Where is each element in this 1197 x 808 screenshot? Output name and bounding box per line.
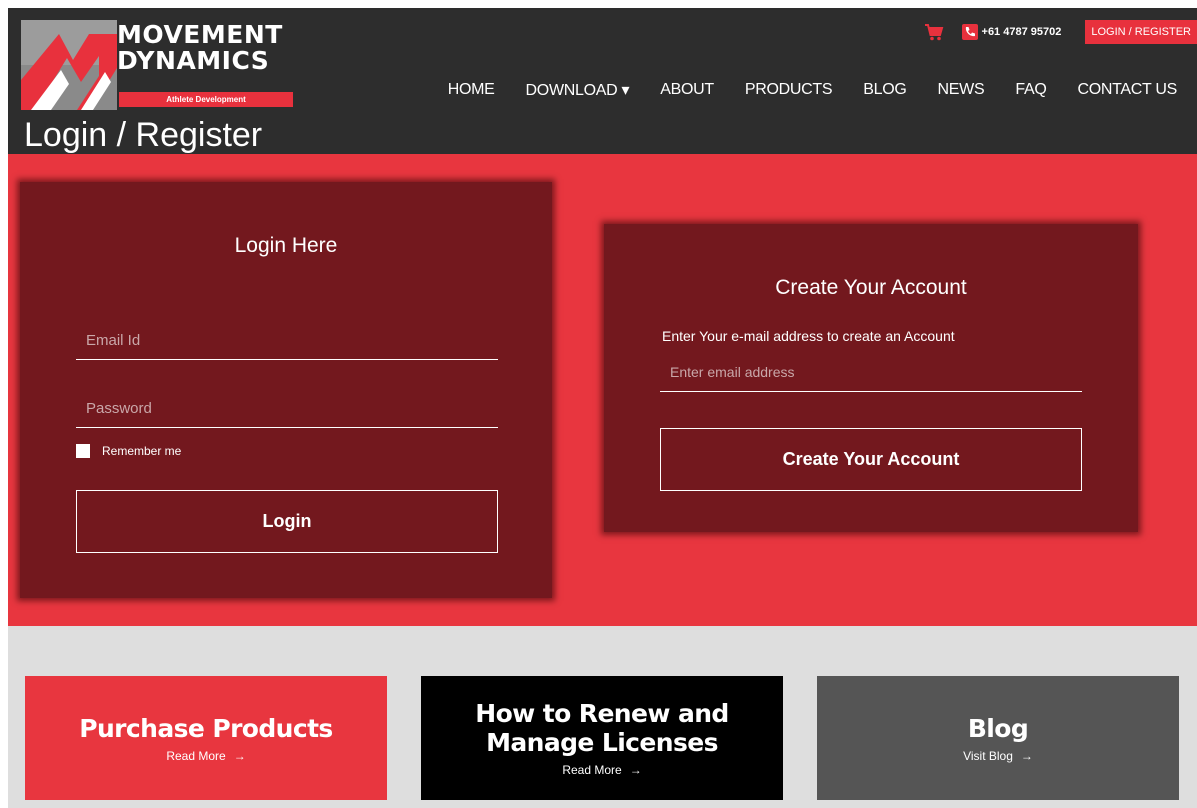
cart-icon[interactable] xyxy=(924,23,944,41)
remember-label: Remember me xyxy=(102,444,182,458)
card-renew-licenses[interactable]: How to Renew and Manage Licenses Read Mo… xyxy=(421,676,783,800)
brand-logo[interactable]: MOVEMENT DYNAMICS Athlete Development xyxy=(21,20,301,110)
arrow-right-icon: → xyxy=(629,763,642,777)
login-button[interactable]: Login xyxy=(76,490,498,553)
nav-item-about[interactable]: ABOUT xyxy=(660,81,714,99)
brand-name-line1: MOVEMENT xyxy=(117,20,283,49)
login-panel: Login Here Remember me Login xyxy=(20,182,552,598)
arrow-right-icon: → xyxy=(233,748,246,763)
phone-icon xyxy=(961,24,978,40)
nav-item-download[interactable]: DOWNLOAD ▾ xyxy=(526,80,630,100)
logo-mark-icon xyxy=(21,20,117,110)
top-bar: +61 4787 95702 LOGIN / REGISTER xyxy=(924,20,1197,44)
create-title: Create Your Account xyxy=(775,276,967,299)
main-nav: HOME DOWNLOAD ▾ ABOUT PRODUCTS BLOG NEWS… xyxy=(417,80,1178,100)
card-purchase-products[interactable]: Purchase Products Read More → xyxy=(25,676,387,800)
card-link-label: Visit Blog xyxy=(963,748,1013,763)
card-title: Purchase Products xyxy=(79,713,333,743)
card-title: How to Renew and Manage Licenses xyxy=(475,699,729,757)
create-account-panel: Create Your Account Enter Your e-mail ad… xyxy=(604,224,1138,532)
nav-item-products[interactable]: PRODUCTS xyxy=(745,81,833,99)
brand-name: MOVEMENT DYNAMICS xyxy=(117,22,283,74)
login-register-button[interactable]: LOGIN / REGISTER xyxy=(1085,20,1197,44)
card-title-line2: Manage Licenses xyxy=(486,728,718,757)
create-email-input[interactable] xyxy=(660,352,1082,392)
remember-checkbox[interactable] xyxy=(76,444,90,458)
arrow-right-icon: → xyxy=(1020,748,1033,763)
brand-tagline: Athlete Development xyxy=(119,92,293,107)
nav-item-home[interactable]: HOME xyxy=(448,81,495,99)
card-title: Blog xyxy=(967,713,1029,743)
create-account-button[interactable]: Create Your Account xyxy=(660,428,1082,491)
card-link-label: Read More xyxy=(562,763,622,777)
page-title: Login / Register xyxy=(24,116,263,154)
password-input[interactable] xyxy=(76,390,498,428)
card-link[interactable]: Visit Blog → xyxy=(963,749,1033,763)
card-link[interactable]: Read More → xyxy=(166,749,245,763)
card-link-label: Read More xyxy=(166,748,226,763)
auth-section: Login Here Remember me Login Create Your… xyxy=(8,154,1197,626)
nav-item-contact[interactable]: CONTACT US xyxy=(1077,81,1177,99)
phone-number[interactable]: +61 4787 95702 xyxy=(982,26,1062,38)
card-link[interactable]: Read More → xyxy=(562,763,641,777)
nav-item-faq[interactable]: FAQ xyxy=(1015,81,1046,99)
site-header: MOVEMENT DYNAMICS Athlete Development +6… xyxy=(8,8,1197,154)
remember-me[interactable]: Remember me xyxy=(76,444,181,458)
email-input[interactable] xyxy=(76,322,498,360)
nav-item-blog[interactable]: BLOG xyxy=(863,81,907,99)
brand-name-line2: DYNAMICS xyxy=(117,46,270,75)
cards-section: Purchase Products Read More → How to Ren… xyxy=(8,626,1197,808)
login-title: Login Here xyxy=(234,234,338,257)
card-blog[interactable]: Blog Visit Blog → xyxy=(817,676,1179,800)
create-description: Enter Your e-mail address to create an A… xyxy=(662,328,955,344)
card-title-line1: How to Renew and xyxy=(475,699,729,728)
nav-item-news[interactable]: NEWS xyxy=(938,81,985,99)
